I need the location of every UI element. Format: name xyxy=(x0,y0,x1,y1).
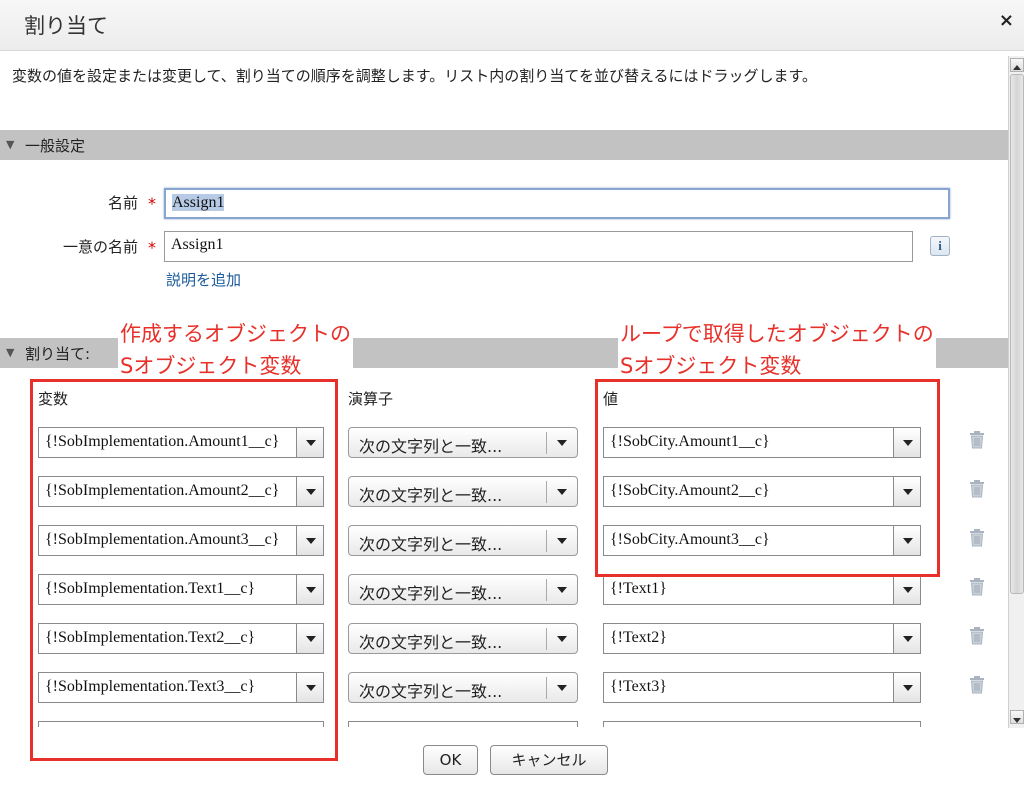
dropdown-button[interactable] xyxy=(893,574,921,605)
trash-icon[interactable] xyxy=(968,430,986,450)
dialog-titlebar: 割り当て × xyxy=(0,0,1024,51)
value-value: {!Text1} xyxy=(610,580,667,597)
name-input-value: Assign1 xyxy=(172,194,225,211)
scroll-up-icon[interactable] xyxy=(1010,58,1024,72)
scrollbar-thumb[interactable] xyxy=(1010,74,1024,594)
close-icon[interactable]: × xyxy=(999,10,1014,31)
assignments-section-label: 割り当て: xyxy=(25,345,91,363)
chevron-down-icon xyxy=(557,685,567,691)
annotation-right-line1: ループで取得したオブジェクトの xyxy=(620,322,934,346)
dialog-scrollbar[interactable] xyxy=(1008,56,1024,728)
operator-value: 次の文字列と一致... xyxy=(359,437,503,456)
value-combobox[interactable]: {!Text3} xyxy=(603,672,921,703)
chevron-down-icon xyxy=(557,538,567,544)
dropdown-button[interactable] xyxy=(893,623,921,654)
select-divider xyxy=(546,530,547,552)
select-divider xyxy=(546,677,547,699)
select-divider xyxy=(546,432,547,454)
operator-value: 次の文字列と一致... xyxy=(359,584,503,603)
info-icon[interactable]: i xyxy=(930,236,950,256)
chevron-down-icon xyxy=(903,636,913,642)
chevron-down-icon xyxy=(557,440,567,446)
dropdown-button[interactable] xyxy=(893,672,921,703)
chevron-down-icon xyxy=(557,636,567,642)
unique-name-input[interactable]: Assign1 xyxy=(164,231,913,262)
select-divider xyxy=(546,481,547,503)
general-section-label: 一般設定 xyxy=(25,137,86,155)
highlight-box-variable xyxy=(30,379,338,761)
select-divider xyxy=(546,579,547,601)
required-mark: * xyxy=(148,194,156,213)
value-value: {!Text3} xyxy=(610,678,667,695)
operator-select[interactable]: 次の文字列と一致... xyxy=(348,623,578,654)
cancel-button[interactable]: キャンセル xyxy=(490,745,608,775)
operator-value: 次の文字列と一致... xyxy=(359,535,503,554)
dialog-title: 割り当て xyxy=(24,14,108,38)
triangle-down-icon: ▼ xyxy=(6,138,15,151)
annotation-left-line2: Sオブジェクト変数 xyxy=(120,354,302,378)
operator-value: 次の文字列と一致... xyxy=(359,486,503,505)
annotation-left-line1: 作成するオブジェクトの xyxy=(120,322,351,346)
name-label: 名前 xyxy=(107,194,138,212)
select-divider xyxy=(546,628,547,650)
value-combobox[interactable]: {!Text2} xyxy=(603,623,921,654)
trash-icon[interactable] xyxy=(968,675,986,695)
value-combobox[interactable]: {!Text1} xyxy=(603,574,921,605)
annotation-left: 作成するオブジェクトの Sオブジェクト変数 xyxy=(118,318,353,382)
operator-select[interactable]: 次の文字列と一致... xyxy=(348,574,578,605)
scroll-down-icon[interactable] xyxy=(1010,710,1024,724)
operator-select[interactable]: 次の文字列と一致... xyxy=(348,525,578,556)
chevron-down-icon xyxy=(557,587,567,593)
trash-icon[interactable] xyxy=(968,626,986,646)
general-section-header[interactable]: ▼ 一般設定 xyxy=(0,130,1008,160)
operator-select[interactable]: 次の文字列と一致... xyxy=(348,476,578,507)
chevron-down-icon xyxy=(903,587,913,593)
trash-icon[interactable] xyxy=(968,577,986,597)
ok-button[interactable]: OK xyxy=(423,745,478,775)
unique-name-label: 一意の名前 xyxy=(62,238,138,256)
name-input[interactable]: Assign1 xyxy=(164,188,950,219)
trash-icon[interactable] xyxy=(968,479,986,499)
chevron-down-icon xyxy=(557,489,567,495)
operator-value: 次の文字列と一致... xyxy=(359,633,503,652)
column-header-operator: 演算子 xyxy=(348,390,394,408)
triangle-down-icon: ▼ xyxy=(6,346,15,359)
value-value: {!Text2} xyxy=(610,629,667,646)
highlight-box-value xyxy=(595,379,940,577)
trash-icon[interactable] xyxy=(968,528,986,548)
annotation-right-line2: Sオブジェクト変数 xyxy=(620,354,802,378)
unique-name-input-value: Assign1 xyxy=(171,236,224,253)
dialog-description: 変数の値を設定または変更して、割り当ての順序を調整します。リスト内の割り当てを並… xyxy=(12,67,818,85)
operator-select[interactable]: 次の文字列と一致... xyxy=(348,427,578,458)
operator-select[interactable]: 次の文字列と一致... xyxy=(348,672,578,703)
operator-value: 次の文字列と一致... xyxy=(359,682,503,701)
required-mark: * xyxy=(148,238,156,257)
add-description-link[interactable]: 説明を追加 xyxy=(166,269,241,290)
chevron-down-icon xyxy=(903,685,913,691)
annotation-right: ループで取得したオブジェクトの Sオブジェクト変数 xyxy=(618,318,936,382)
